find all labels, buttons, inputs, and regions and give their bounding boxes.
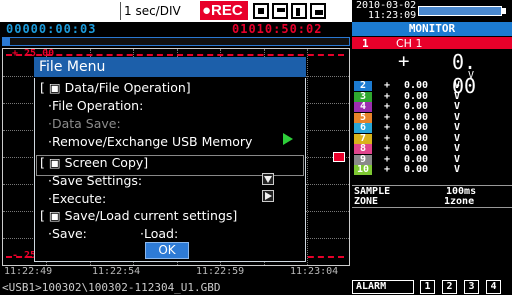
battery-icon xyxy=(418,6,502,16)
remove-usb-item[interactable]: ·Remove/Exchange USB Memory xyxy=(48,134,252,149)
ch1-number: 1 xyxy=(362,37,369,50)
remaining-time: 01010:50:02 xyxy=(232,22,323,36)
channel-row[interactable]: 6 +0.00 V xyxy=(352,122,512,134)
channel-sign: + xyxy=(384,80,391,91)
ch1-unit: V xyxy=(468,70,475,81)
channel-value: 0.00 xyxy=(404,80,429,91)
alarm-4[interactable]: 4 xyxy=(486,280,501,294)
section-screen-copy: [ ▣ Screen Copy] xyxy=(40,155,149,170)
channel-value: 0.00 xyxy=(404,122,429,133)
channel-value: 0.00 xyxy=(404,164,429,175)
channel-row[interactable]: 5 +0.00 V xyxy=(352,112,512,124)
channel-number: 10 xyxy=(354,164,372,175)
clock-time: 11:23:09 xyxy=(368,10,417,21)
screen-copy-icon[interactable] xyxy=(253,3,269,19)
execute-item[interactable]: ·Execute: xyxy=(48,191,106,206)
channel-value: 0.00 xyxy=(404,101,429,112)
toolbar-divider xyxy=(120,2,121,20)
section-save-load-settings: [ ▣ Save/Load current settings] xyxy=(40,208,238,223)
channel-list: 2 +0.00 V 3 +0.00 V 4 +0.00 V 5 +0.00 V 6 +0.00 V 7 +0.0… xyxy=(352,80,512,176)
ch1-sign: + xyxy=(398,50,410,72)
channel-unit: V xyxy=(454,80,461,91)
time-axis-label: 11:22:54 xyxy=(92,266,141,277)
capture-progress-fill xyxy=(3,38,10,45)
channel-row[interactable]: 7 +0.00 V xyxy=(352,133,512,145)
channel-sign: + xyxy=(384,164,391,175)
channel-unit: V xyxy=(454,143,461,154)
ch1-upper-trace xyxy=(6,54,344,56)
channel-value: 0.00 xyxy=(404,143,429,154)
channel-row[interactable]: 3 +0.00 V xyxy=(352,91,512,103)
alarm-1[interactable]: 1 xyxy=(420,280,435,294)
channel-number: 3 xyxy=(354,91,372,102)
channel-row[interactable]: 10 +0.00 V xyxy=(352,164,512,176)
zone-value: 1zone xyxy=(444,196,475,207)
time-axis-label: 11:22:59 xyxy=(196,266,245,277)
save-settings-item[interactable]: ·Save Settings: xyxy=(48,173,142,188)
channel-unit: V xyxy=(454,164,461,175)
load-item[interactable]: ·Load: xyxy=(140,226,178,241)
monitor-title: MONITOR xyxy=(352,22,512,36)
channel-unit: V xyxy=(454,101,461,112)
divider xyxy=(352,207,512,208)
battery-tip xyxy=(502,8,506,14)
channel-row[interactable]: 8 +0.00 V xyxy=(352,143,512,155)
time-axis-label: 11:23:04 xyxy=(290,266,339,277)
channel-number: 9 xyxy=(354,154,372,165)
channel-sign: + xyxy=(384,101,391,112)
section-data-file-operation: [ ▣ Data/File Operation] xyxy=(40,80,191,95)
data-save-item[interactable]: ·Data Save: xyxy=(48,116,121,131)
channel-number: 6 xyxy=(354,122,372,133)
channel-unit: V xyxy=(454,122,461,133)
channel-number: 2 xyxy=(354,80,372,91)
alarm-3[interactable]: 3 xyxy=(464,280,479,294)
save-item[interactable]: ·Save: xyxy=(48,226,87,241)
channel-sign: + xyxy=(384,143,391,154)
remove-usb-execute-icon[interactable] xyxy=(283,133,293,145)
alarm-label: ALARM xyxy=(352,280,414,294)
ok-button[interactable]: OK xyxy=(145,242,189,259)
capture-progress-bar xyxy=(2,37,350,46)
channel-number: 7 xyxy=(354,133,372,144)
channel-position-marker[interactable] xyxy=(333,152,345,162)
time-per-div-label[interactable]: 1 sec/DIV xyxy=(124,4,181,18)
recording-file-path: <USB1>100302\100302-112304_U1.GBD xyxy=(2,281,221,294)
rec-status-badge: ●REC xyxy=(200,1,248,20)
channel-row[interactable]: 9 +0.00 V xyxy=(352,154,512,166)
ch1-name: CH 1 xyxy=(396,37,423,50)
alarm-2[interactable]: 2 xyxy=(442,280,457,294)
zone-label: ZONE xyxy=(354,196,379,207)
channel-sign: + xyxy=(384,122,391,133)
time-axis-label: 11:22:49 xyxy=(4,266,53,277)
display-mode-icon[interactable] xyxy=(272,3,288,19)
ch1-header[interactable] xyxy=(352,37,512,49)
file-operation-item[interactable]: ·File Operation: xyxy=(48,98,143,113)
elapsed-time: 00000:00:03 xyxy=(6,22,97,36)
channel-number: 8 xyxy=(354,143,372,154)
key-lock-icon[interactable] xyxy=(310,3,326,19)
channel-number: 5 xyxy=(354,112,372,123)
execute-arrow-icon[interactable] xyxy=(262,190,274,202)
save-mode-icon[interactable] xyxy=(291,3,307,19)
clock: 2010-03-02 11:23:09 xyxy=(356,1,416,21)
dialog-title: File Menu xyxy=(34,57,306,78)
channel-row[interactable]: 4 +0.00 V xyxy=(352,101,512,113)
save-settings-dropdown-icon[interactable] xyxy=(262,173,274,185)
channel-number: 4 xyxy=(354,101,372,112)
channel-row[interactable]: 2 +0.00 V xyxy=(352,80,512,92)
